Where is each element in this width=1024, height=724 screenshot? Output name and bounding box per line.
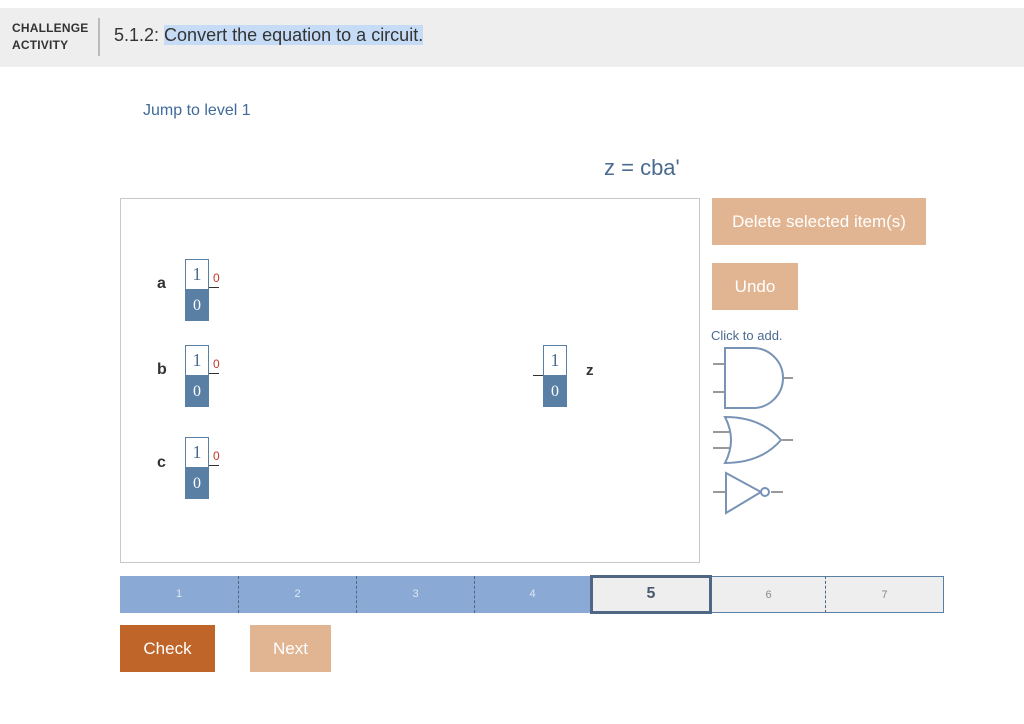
not-gate-icon[interactable] [711,470,795,518]
level-7-segment[interactable]: 7 [826,576,944,613]
input-c-toggle[interactable]: 1 0 [185,437,209,499]
activity-tag-line2: ACTIVITY [12,38,69,52]
activity-tag-line1: CHALLENGE [12,21,89,35]
input-b-toggle[interactable]: 1 0 [185,345,209,407]
level-4-segment[interactable]: 4 [475,576,590,613]
output-z-wire [533,375,543,376]
next-button[interactable]: Next [250,625,331,672]
equation: z = cba' [604,155,680,180]
output-z-label: z [586,362,594,379]
jump-to-level-link[interactable]: Jump to level 1 [143,102,251,120]
level-6-segment[interactable]: 6 [712,576,826,613]
level-1-segment[interactable]: 1 [120,576,239,613]
undo-button[interactable]: Undo [712,263,798,310]
input-a-toggle[interactable]: 1 0 [185,259,209,321]
delete-selected-button[interactable]: Delete selected item(s) [712,198,926,245]
input-a-value-0: 0 [185,290,209,321]
activity-header: CHALLENGE ACTIVITY 5.1.2: Convert the eq… [0,8,1024,67]
activity-tag: CHALLENGE ACTIVITY [12,20,88,54]
activity-title: Convert the equation to a circuit. [164,25,424,45]
input-c-value-0: 0 [185,468,209,499]
input-b-wire [209,373,219,374]
and-gate-icon[interactable] [711,346,795,414]
click-to-add-hint: Click to add. [711,328,783,343]
level-5-segment[interactable]: 5 [590,575,712,614]
input-a-wire [209,287,219,288]
check-button[interactable]: Check [120,625,215,672]
input-b-value-1: 1 [185,345,209,376]
input-a-output-value: 0 [213,271,220,285]
input-c-value-1: 1 [185,437,209,468]
level-3-segment[interactable]: 3 [357,576,475,613]
input-a-value-1: 1 [185,259,209,290]
input-a-label: a [157,275,166,292]
input-b-output-value: 0 [213,357,220,371]
output-z-value-0: 0 [543,376,567,407]
input-c-wire [209,465,219,466]
input-b-label: b [157,361,167,378]
header-divider [98,18,100,56]
input-c-output-value: 0 [213,449,220,463]
circuit-canvas[interactable]: a 1 0 0 b 1 0 0 c 1 0 0 1 0 z [120,198,700,563]
or-gate-icon[interactable] [711,414,795,468]
output-z-indicator: 1 0 [543,345,567,407]
section-number: 5.1.2: [114,25,165,45]
level-progress-bar: 1 2 3 4 5 6 7 [120,575,944,614]
input-b-value-0: 0 [185,376,209,407]
output-z-value-1: 1 [543,345,567,376]
page-title: 5.1.2: Convert the equation to a circuit… [114,25,424,46]
level-2-segment[interactable]: 2 [239,576,357,613]
input-c-label: c [157,454,166,471]
